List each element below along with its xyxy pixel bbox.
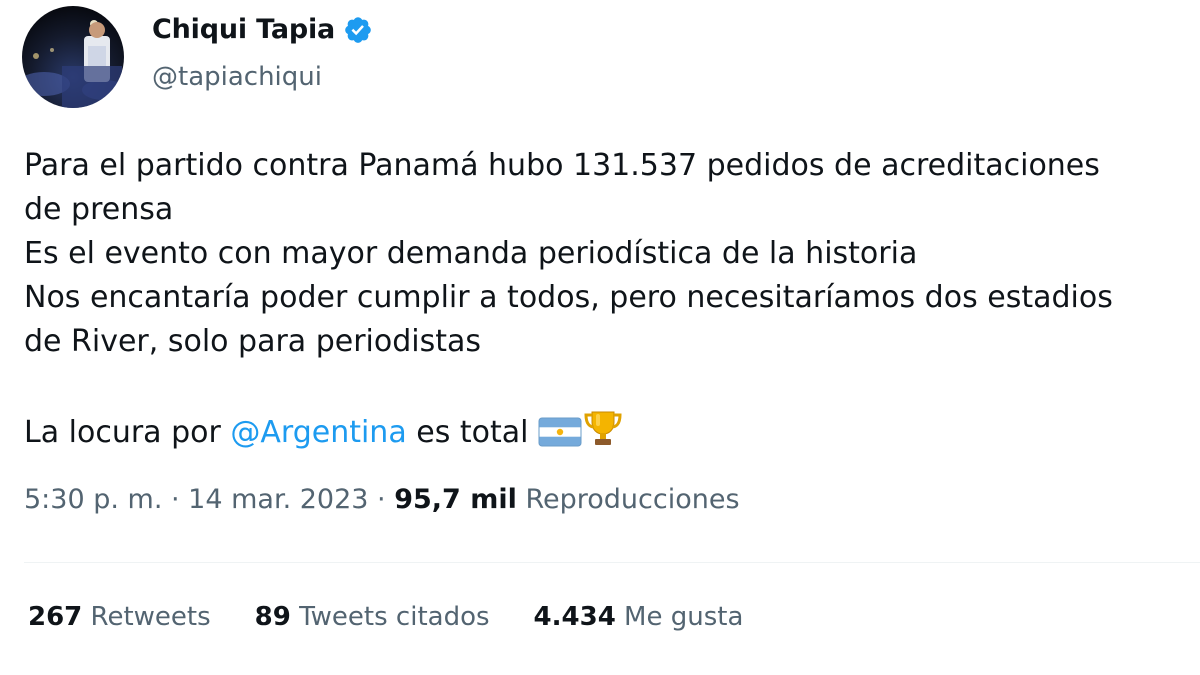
quote-tweets-count: 89 [254, 602, 291, 632]
user-handle[interactable]: @tapiachiqui [152, 62, 322, 92]
tweet-date[interactable]: 14 mar. 2023 [188, 484, 368, 515]
likes-count: 4.434 [533, 602, 616, 632]
quote-tweets-label: Tweets citados [290, 602, 490, 632]
likes-label: Me gusta [615, 602, 744, 632]
quote-tweets-stat[interactable]: 89 Tweets citados [255, 602, 490, 632]
tweet-container: Chiqui Tapia @tapiachiqui Para el partid… [0, 0, 1200, 675]
verified-badge-icon [343, 15, 373, 45]
views-count: 95,7 mil [394, 484, 517, 515]
tweet-line: Es el evento con mayor demanda periodíst… [24, 236, 918, 271]
retweets-label: Retweets [82, 602, 211, 632]
profile-photo-icon [22, 6, 124, 108]
display-name[interactable]: Chiqui Tapia [152, 14, 335, 45]
trophy-icon [582, 408, 624, 452]
tweet-meta: 5:30 p. m. · 14 mar. 2023 · 95,7 mil Rep… [24, 484, 740, 515]
meta-separator: · [368, 484, 395, 515]
views-label: Reproducciones [516, 484, 740, 515]
mention-link[interactable]: @Argentina [230, 415, 406, 450]
tweet-line: de River, solo para periodistas [24, 324, 482, 359]
argentina-flag-icon [538, 416, 582, 452]
tweet-stats: 267 Retweets 89 Tweets citados 4.434 Me … [28, 602, 787, 632]
tweet-line: Para el partido contra Panamá hubo 131.5… [24, 148, 1100, 183]
tweet-time[interactable]: 5:30 p. m. [24, 484, 162, 515]
paragraph-break [24, 364, 1200, 408]
meta-separator: · [162, 484, 189, 515]
author-name-row: Chiqui Tapia [152, 14, 373, 45]
avatar[interactable] [22, 6, 124, 108]
retweets-count: 267 [28, 602, 83, 632]
divider [24, 562, 1200, 563]
likes-stat[interactable]: 4.434 Me gusta [534, 602, 744, 632]
retweets-stat[interactable]: 267 Retweets [28, 602, 211, 632]
tweet-text-segment: es total [406, 415, 538, 450]
tweet-text: Para el partido contra Panamá hubo 131.5… [24, 144, 1200, 452]
tweet-line: Nos encantaría poder cumplir a todos, pe… [24, 280, 1113, 315]
tweet-line: de prensa [24, 192, 174, 227]
tweet-text-segment: La locura por [24, 415, 231, 450]
tweet-line-final: La locura por @Argentina es total [24, 408, 1200, 452]
